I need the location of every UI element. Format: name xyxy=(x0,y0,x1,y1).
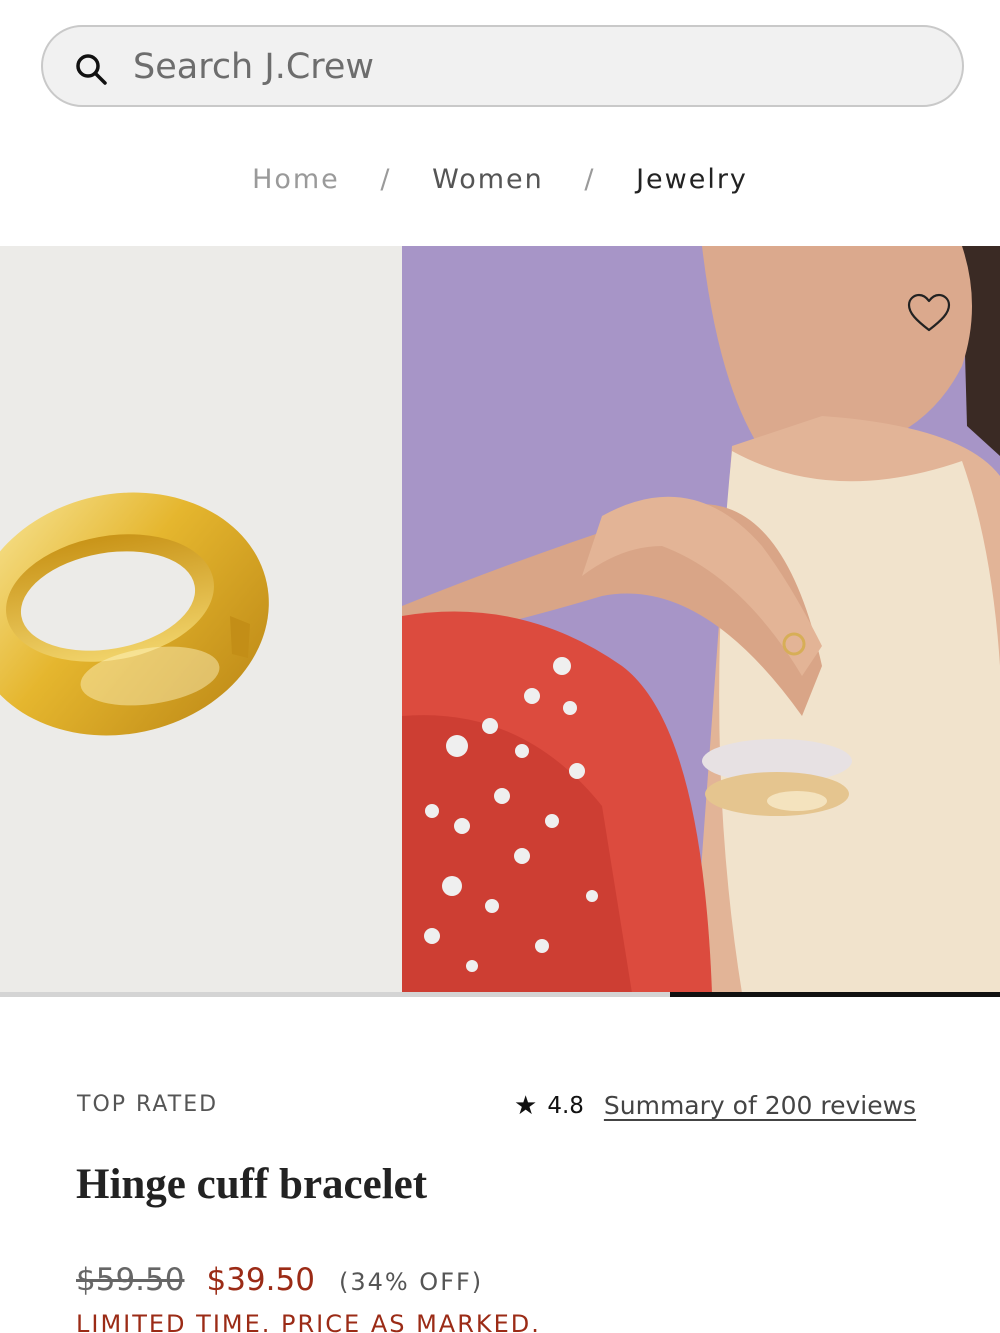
discount-label: (34% OFF) xyxy=(338,1268,484,1296)
model-photo-illustration xyxy=(402,246,1000,993)
price-block: $59.50 $39.50 (34% OFF) xyxy=(76,1262,483,1298)
product-title: Hinge cuff bracelet xyxy=(76,1161,428,1208)
carousel-progress-bar xyxy=(0,992,1000,997)
breadcrumb-women-link[interactable]: Women xyxy=(432,164,544,195)
heart-icon[interactable] xyxy=(906,292,952,334)
sale-price: $39.50 xyxy=(206,1262,315,1298)
promo-message: LIMITED TIME. PRICE AS MARKED. xyxy=(76,1310,541,1333)
search-input[interactable] xyxy=(133,41,913,93)
search-icon xyxy=(76,54,107,85)
product-image-model[interactable] xyxy=(402,246,1000,993)
breadcrumb-home-link[interactable]: Home xyxy=(252,164,340,195)
product-rating: ★ 4.8 Summary of 200 reviews xyxy=(514,1090,916,1121)
product-image-cuff[interactable] xyxy=(0,246,402,993)
star-icon: ★ xyxy=(514,1090,538,1120)
gold-cuff-illustration xyxy=(0,492,269,736)
original-price: $59.50 xyxy=(76,1262,185,1298)
breadcrumb: Home / Women / Jewelry xyxy=(0,163,1000,195)
breadcrumb-jewelry-current: Jewelry xyxy=(636,164,748,195)
carousel-progress-indicator xyxy=(670,992,1000,997)
breadcrumb-separator: / xyxy=(584,164,596,195)
reviews-summary-link[interactable]: Summary of 200 reviews xyxy=(604,1091,916,1120)
top-rated-badge: TOP RATED xyxy=(77,1092,219,1117)
search-bar[interactable] xyxy=(41,25,964,107)
breadcrumb-separator: / xyxy=(380,164,392,195)
product-image-carousel[interactable] xyxy=(0,246,1000,993)
rating-value: 4.8 xyxy=(547,1092,584,1119)
